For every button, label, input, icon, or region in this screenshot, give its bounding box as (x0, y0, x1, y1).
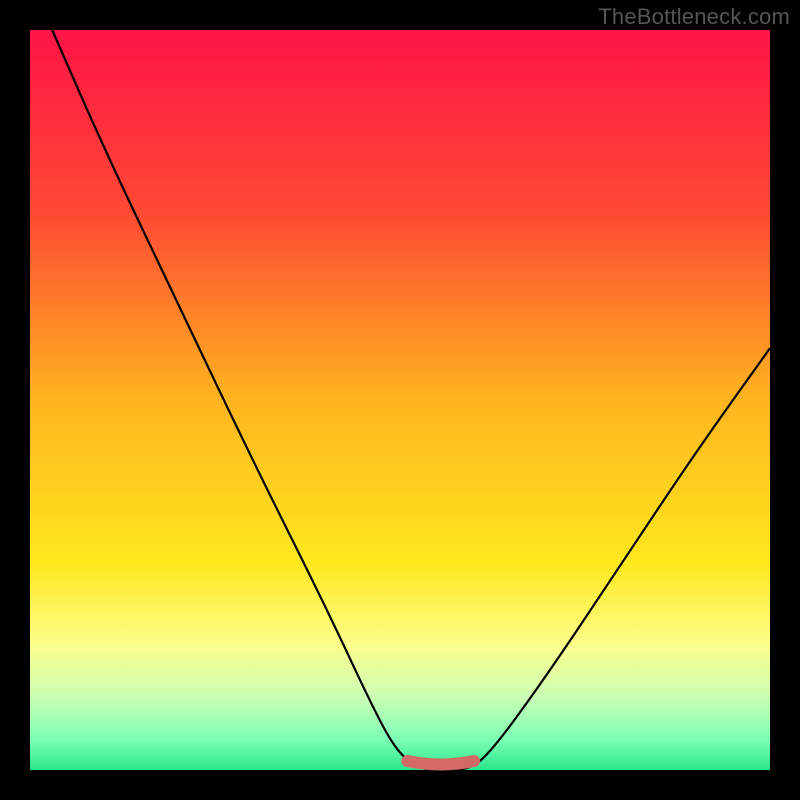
plot-background (30, 30, 770, 770)
chart-container: TheBottleneck.com (0, 0, 800, 800)
watermark-text: TheBottleneck.com (598, 4, 790, 30)
optimal-zone-marker (407, 761, 474, 765)
bottleneck-chart (0, 0, 800, 800)
